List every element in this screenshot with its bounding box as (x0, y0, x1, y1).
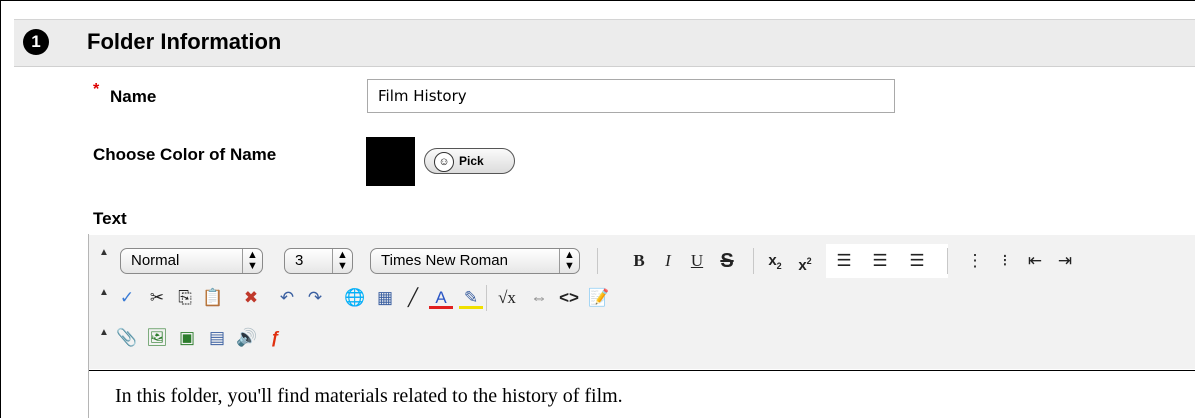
toolbar-separator (947, 248, 948, 274)
insert-multimedia-icon[interactable]: ▣ (175, 326, 199, 350)
font-select[interactable]: Times New Roman ▲ ▼ (370, 248, 580, 274)
color-label: Choose Color of Name (93, 145, 277, 164)
outdent-icon[interactable]: ⇤ (1023, 249, 1047, 273)
embed-media-icon[interactable]: ⇔ (527, 286, 551, 310)
editor-text: In this folder, you'll find materials re… (115, 385, 623, 407)
spellcheck-icon[interactable]: ✓ (115, 286, 139, 310)
collapse-row-icon[interactable]: ▲ (99, 247, 109, 258)
toolbar-separator (597, 248, 598, 274)
insert-link-icon[interactable]: 🌐 (343, 286, 367, 310)
insert-table-icon[interactable]: ▦ (373, 286, 397, 310)
select-arrows-icon: ▲ ▼ (242, 249, 262, 273)
insert-line-icon[interactable]: ╱ (401, 286, 425, 310)
clear-format-icon[interactable]: ✖ (239, 286, 263, 310)
font-select-value: Times New Roman (381, 252, 508, 269)
format-select-value: Normal (131, 252, 180, 269)
toolbar-separator (486, 285, 487, 311)
format-select[interactable]: Normal ▲ ▼ (120, 248, 263, 274)
attach-file-icon[interactable]: 📎 (115, 326, 139, 350)
undo-icon[interactable]: ↶ (275, 286, 299, 310)
insert-audio-icon[interactable]: 🔊 (235, 326, 259, 350)
palette-icon: ☺ (434, 152, 454, 172)
select-arrows-icon: ▲ ▼ (559, 249, 579, 273)
toolbar-row-2: ▲ ✓ ✂ ⎘ 📋 ✖ ↶ ↷ 🌐 ▦ ╱ A ✎ √x ⇔ <> 📝 (89, 283, 1195, 323)
insert-image-icon[interactable]: 🖼 (145, 326, 169, 350)
cut-icon[interactable]: ✂ (145, 286, 169, 310)
insert-flash-icon[interactable]: ƒ (263, 326, 287, 350)
indent-icon[interactable]: ⇥ (1053, 249, 1077, 273)
toolbar-row-1: ▲ Normal ▲ ▼ 3 ▲ ▼ Times New Roman ▲ ▼ B I … (89, 243, 1195, 283)
italic-button[interactable]: I (656, 249, 680, 273)
section-title: Folder Information (87, 29, 282, 54)
equation-icon[interactable]: √x (495, 286, 519, 310)
collapse-row-icon[interactable]: ▲ (99, 327, 109, 338)
align-center-icon[interactable]: ☰ (868, 249, 892, 273)
underline-button[interactable]: U (685, 249, 709, 273)
highlight-color-icon[interactable]: ✎ (459, 286, 483, 309)
select-arrows-icon: ▲ ▼ (332, 249, 352, 273)
required-marker: * (93, 81, 100, 98)
subscript-icon[interactable]: x2 (763, 249, 787, 273)
editor-content-area[interactable]: In this folder, you'll find materials re… (89, 370, 1195, 419)
pick-color-button[interactable]: ☺ Pick (424, 148, 515, 174)
name-label: Name (110, 87, 157, 106)
toolbar-separator (753, 248, 754, 274)
color-swatch[interactable] (366, 137, 415, 186)
html-source-icon[interactable]: <> (557, 286, 581, 310)
bold-button[interactable]: B (627, 249, 651, 273)
step-number-badge: 1 (23, 29, 49, 55)
text-label: Text (93, 209, 127, 228)
strikethrough-button[interactable]: S (715, 249, 739, 273)
editor-toolbar: ▲ Normal ▲ ▼ 3 ▲ ▼ Times New Roman ▲ ▼ B I … (89, 235, 1195, 369)
paste-icon[interactable]: 📋 (201, 286, 225, 310)
align-left-icon[interactable]: ☰ (832, 249, 856, 273)
redo-icon[interactable]: ↷ (303, 286, 327, 310)
text-color-icon[interactable]: A (429, 286, 453, 309)
name-input[interactable]: Film History (367, 79, 895, 113)
pick-button-label: Pick (459, 154, 484, 168)
preview-icon[interactable]: 📝 (587, 286, 611, 310)
size-select[interactable]: 3 ▲ ▼ (284, 248, 353, 274)
copy-icon[interactable]: ⎘ (173, 286, 197, 310)
superscript-icon[interactable]: x2 (793, 249, 817, 274)
bulleted-list-icon[interactable]: ⁝ (993, 249, 1017, 273)
align-right-icon[interactable]: ☰ (905, 249, 929, 273)
numbered-list-icon[interactable]: ⋮ (963, 249, 987, 273)
size-select-value: 3 (295, 252, 304, 269)
toolbar-row-3: ▲ 📎 🖼 ▣ ▤ 🔊 ƒ (89, 323, 1195, 363)
insert-document-icon[interactable]: ▤ (205, 326, 229, 350)
collapse-row-icon[interactable]: ▲ (99, 287, 109, 298)
